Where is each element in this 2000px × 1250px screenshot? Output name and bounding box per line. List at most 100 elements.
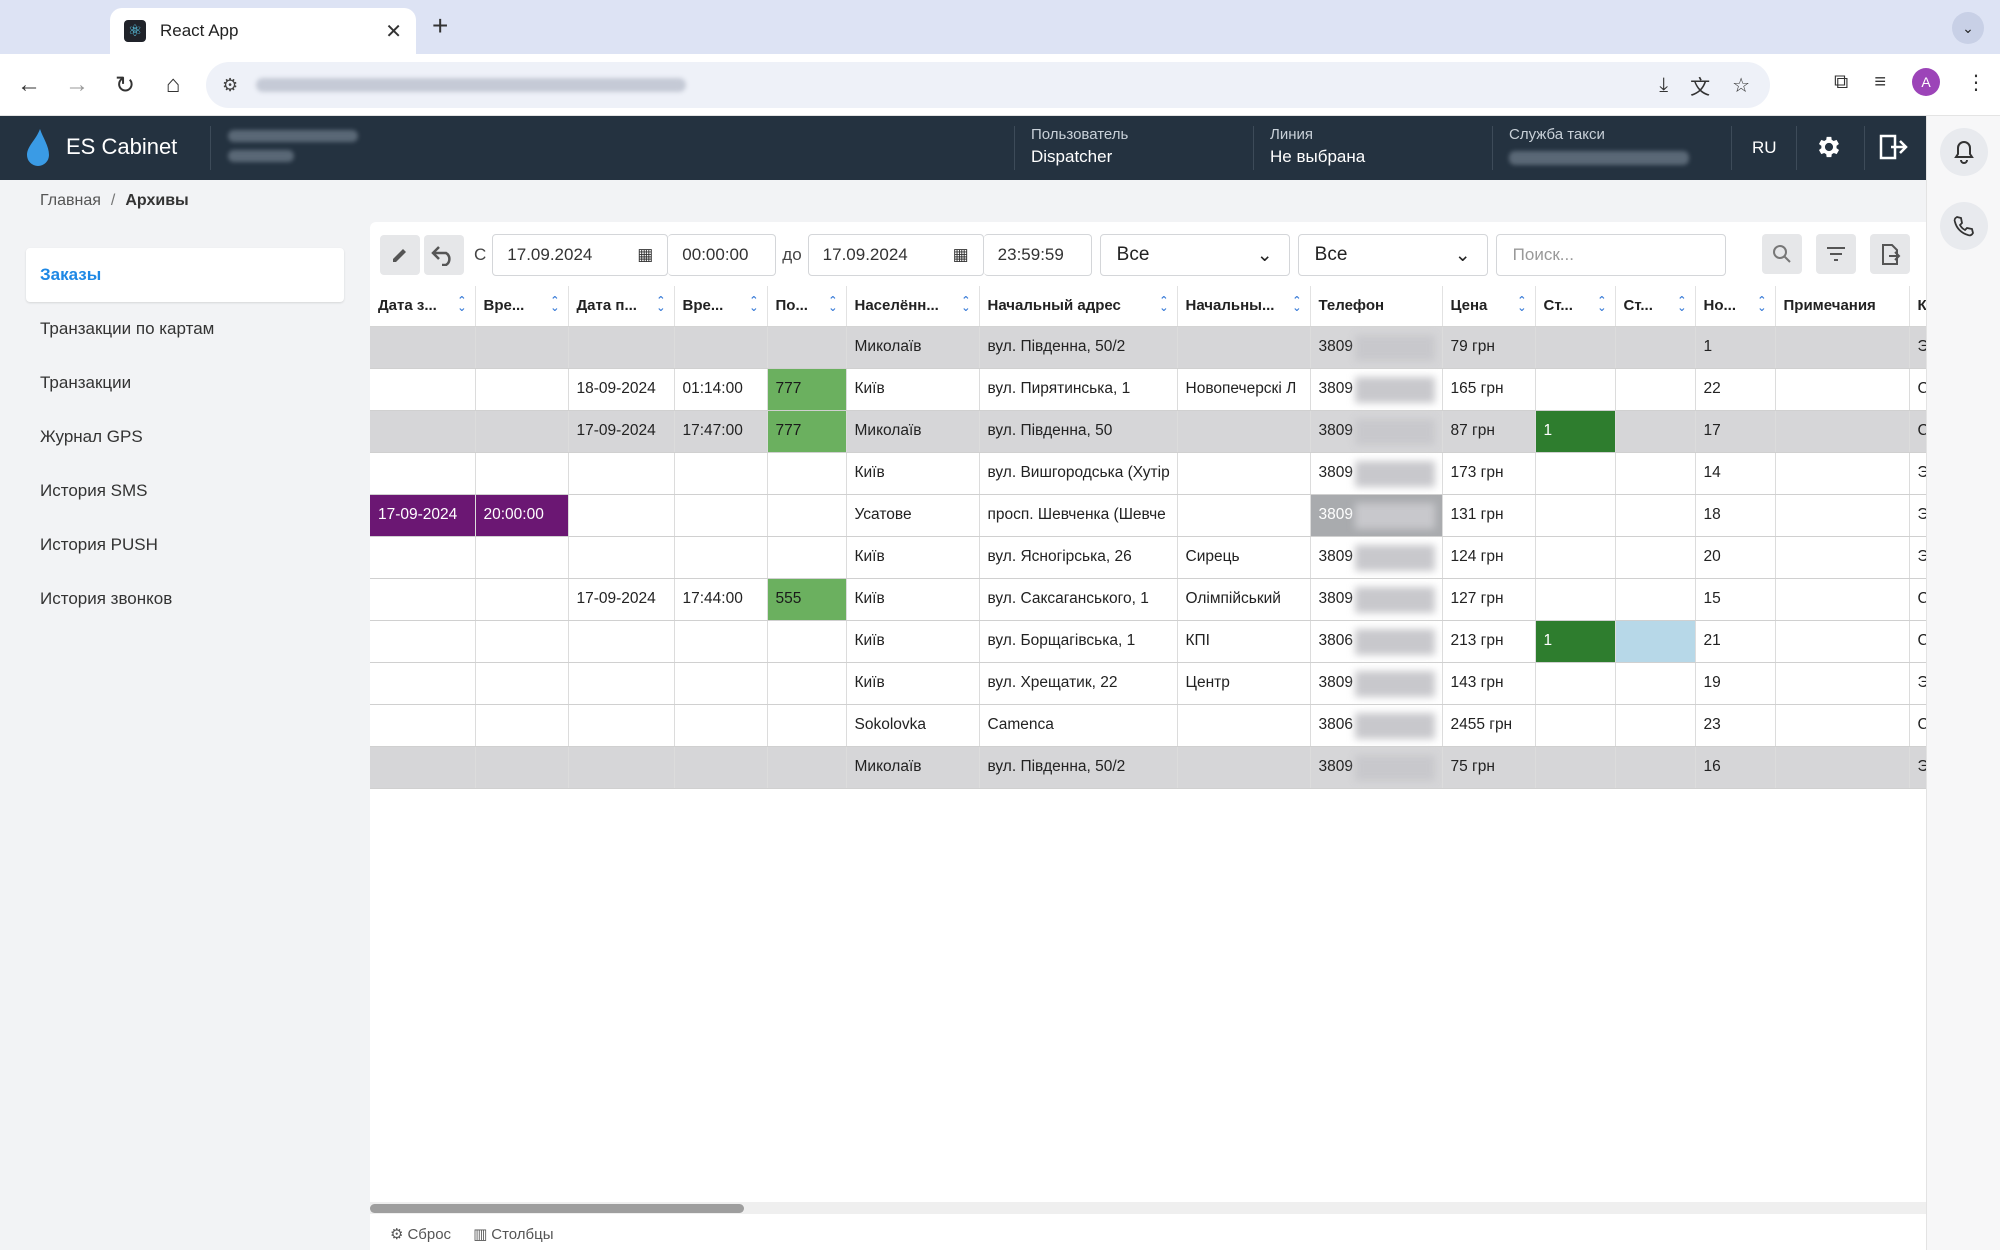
filter-select-2[interactable]: Все ⌄ <box>1297 234 1488 276</box>
table-row[interactable]: Київ вул. Вишгородська (Хутір 3809 173 грн 1… <box>370 452 1926 495</box>
column-header[interactable]: Кл <box>1909 286 1926 327</box>
table-row[interactable]: 17-09-2024 17:47:00 777 Миколаїв вул. Півден… <box>370 410 1926 453</box>
install-icon[interactable]: ⤓ <box>1659 74 1668 97</box>
sidebar-item-gps-log[interactable]: Журнал GPS <box>26 410 344 464</box>
column-header[interactable]: Примечания <box>1775 286 1910 327</box>
sidebar-item-sms-history[interactable]: История SMS <box>26 464 344 518</box>
column-header[interactable]: Ст... ⌃ ⌄ <box>1535 286 1616 327</box>
from-time-input[interactable]: 00:00:00 <box>668 234 777 276</box>
sort-icon[interactable]: ⌃ ⌄ <box>1292 296 1301 314</box>
table-cell: Ст <box>1909 578 1926 621</box>
export-button[interactable] <box>1870 234 1910 274</box>
back-icon[interactable]: ← <box>12 68 46 102</box>
reset-button[interactable]: ⚙ Сброс <box>390 1225 451 1243</box>
chevron-down-icon[interactable]: ⌄ <box>1952 12 1984 44</box>
sort-icon[interactable]: ⌃ ⌄ <box>1597 296 1606 314</box>
table-row[interactable]: Київ вул. Ясногірська, 26 Сирець 3809 124 гр… <box>370 536 1926 579</box>
table-cell <box>1535 578 1616 621</box>
bell-icon[interactable] <box>1940 128 1988 176</box>
table-row[interactable]: 18-09-2024 01:14:00 777 Київ вул. Пирятинськ… <box>370 368 1926 411</box>
horizontal-scrollbar[interactable] <box>370 1202 1926 1214</box>
column-header[interactable]: Ст... ⌃ ⌄ <box>1615 286 1696 327</box>
sort-icon[interactable]: ⌃ ⌄ <box>656 296 665 314</box>
gear-icon[interactable] <box>1812 130 1846 164</box>
line-field[interactable]: Линия Не выбрана <box>1254 126 1492 170</box>
column-header[interactable]: Телефон <box>1310 286 1443 327</box>
column-header[interactable]: Начальны... ⌃ ⌄ <box>1177 286 1311 327</box>
taxi-service-field[interactable]: Служба такси <box>1493 126 1731 170</box>
sort-icon[interactable]: ⌃ ⌄ <box>961 296 970 314</box>
column-header[interactable]: Населённ... ⌃ ⌄ <box>846 286 980 327</box>
table-row[interactable]: Миколаїввул. Південна, 50/2 380975 грн 16 Э… <box>370 746 1926 789</box>
sort-icon[interactable]: ⌃ ⌄ <box>1757 296 1766 314</box>
search-button[interactable] <box>1762 234 1802 274</box>
column-header[interactable]: Вре... ⌃ ⌄ <box>475 286 569 327</box>
table-row[interactable]: Київвул. Хрещатик, 22Центр3809143 грн 19 Э… <box>370 662 1926 705</box>
new-tab-button[interactable]: + <box>432 10 448 42</box>
column-header[interactable]: Дата п... ⌃ ⌄ <box>568 286 675 327</box>
columns-button[interactable]: ▥ Столбцы <box>473 1225 553 1243</box>
column-header[interactable]: Цена ⌃ ⌄ <box>1442 286 1536 327</box>
sort-icon[interactable]: ⌃ ⌄ <box>828 296 837 314</box>
forward-icon[interactable]: → <box>60 68 94 102</box>
logout-icon[interactable] <box>1877 130 1911 164</box>
sort-icon[interactable]: ⌃ ⌄ <box>1159 296 1168 314</box>
close-icon[interactable]: ✕ <box>385 19 402 44</box>
calendar-icon[interactable]: ▦ <box>637 245 653 265</box>
table-cell: вул. Південна, 50 <box>979 410 1178 453</box>
url-bar[interactable]: ⚙ ⤓ 文 ☆ <box>206 62 1770 108</box>
site-settings-icon[interactable]: ⚙ <box>222 75 238 96</box>
user-field[interactable]: Пользователь Dispatcher <box>1015 126 1253 170</box>
sort-icon[interactable]: ⌃ ⌄ <box>749 296 758 314</box>
sidebar-item-transactions[interactable]: Транзакции <box>26 356 344 410</box>
column-header[interactable]: Дата з... ⌃ ⌄ <box>370 286 476 327</box>
sidebar-item-call-history[interactable]: История звонков <box>26 572 344 626</box>
search-input[interactable]: Поиск... <box>1495 234 1726 276</box>
profile-avatar[interactable]: A <box>1912 68 1940 96</box>
browser-tabbar: ⚛ React App ✕ + ⌄ <box>0 0 2000 54</box>
column-header[interactable]: Начальный адрес ⌃ ⌄ <box>979 286 1178 327</box>
sort-icon[interactable]: ⌃ ⌄ <box>550 296 559 314</box>
filter-button[interactable] <box>1816 234 1856 274</box>
column-header[interactable]: Вре... ⌃ ⌄ <box>674 286 768 327</box>
table-cell <box>674 494 768 537</box>
translate-icon[interactable]: 文 <box>1690 71 1710 100</box>
to-date-input[interactable]: 17.09.2024 ▦ <box>807 234 984 276</box>
column-header[interactable]: По... ⌃ ⌄ <box>767 286 847 327</box>
to-time-input[interactable]: 23:59:59 <box>983 234 1092 276</box>
table-row[interactable]: 17-09-2024 17:44:00 555 Київ вул. Саксагансь… <box>370 578 1926 621</box>
table-row[interactable]: SokolovkaCamenca 38062455 грн 23 Ст <box>370 704 1926 747</box>
column-header[interactable]: Но... ⌃ ⌄ <box>1695 286 1776 327</box>
table-row[interactable]: Миколаїввул. Південна, 50/2 380979 грн 1 Эк <box>370 326 1926 369</box>
scrollbar-thumb[interactable] <box>370 1204 744 1213</box>
sidebar-item-orders[interactable]: Заказы <box>26 248 344 302</box>
sort-icon[interactable]: ⌃ ⌄ <box>457 296 466 314</box>
browser-tab[interactable]: ⚛ React App ✕ <box>110 8 416 54</box>
star-icon[interactable]: ☆ <box>1732 73 1750 98</box>
table-cell: 75 грн <box>1442 746 1536 789</box>
home-icon[interactable]: ⌂ <box>156 68 190 102</box>
media-icon[interactable]: ≡ <box>1874 71 1886 94</box>
logo[interactable]: ES Cabinet <box>26 128 177 166</box>
undo-button[interactable] <box>424 235 464 275</box>
table-cell: вул. Південна, 50/2 <box>979 746 1178 789</box>
calendar-icon[interactable]: ▦ <box>953 245 969 265</box>
table-cell: 3809 <box>1310 452 1443 495</box>
more-icon[interactable]: ⋮ <box>1966 70 1986 95</box>
sort-icon[interactable]: ⌃ ⌄ <box>1517 296 1526 314</box>
extensions-icon[interactable]: ⧉ <box>1834 71 1848 94</box>
phone-icon[interactable] <box>1940 202 1988 250</box>
edit-button[interactable] <box>380 235 420 275</box>
table-row[interactable]: 17-09-2024 20:00:00 Усатове просп. Шевченка… <box>370 494 1926 537</box>
sidebar-item-card-transactions[interactable]: Транзакции по картам <box>26 302 344 356</box>
table-cell <box>1775 746 1910 789</box>
breadcrumb-home[interactable]: Главная <box>40 192 101 209</box>
from-date-input[interactable]: 17.09.2024 ▦ <box>492 234 669 276</box>
filter-select-1[interactable]: Все ⌄ <box>1099 234 1290 276</box>
reload-icon[interactable]: ↻ <box>108 68 142 102</box>
table-cell <box>767 326 847 369</box>
table-row[interactable]: Київ вул. Борщагівська, 1 КПІ 3806 213 грн 1 2… <box>370 620 1926 663</box>
sort-icon[interactable]: ⌃ ⌄ <box>1677 296 1686 314</box>
language-switch[interactable]: RU <box>1752 138 1777 158</box>
sidebar-item-push-history[interactable]: История PUSH <box>26 518 344 572</box>
